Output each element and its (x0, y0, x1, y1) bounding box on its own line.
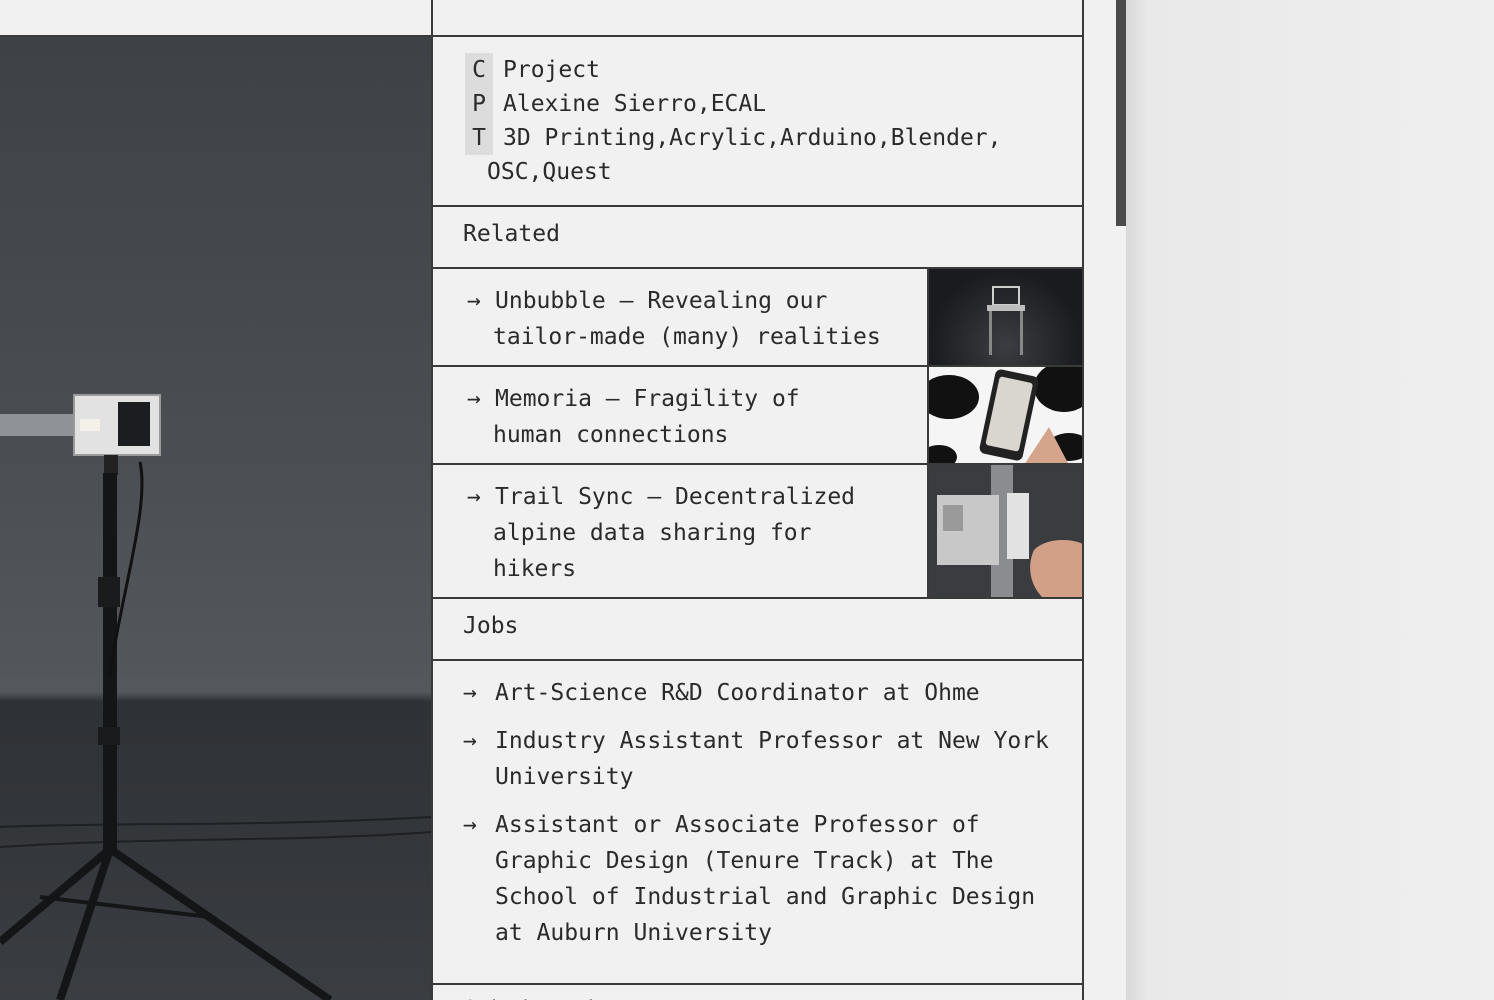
related-item-title: Trail Sync – Decentralized (495, 484, 856, 510)
project-info-panel: C Project P Alexine Sierro,ECAL T 3D Pri… (431, 0, 1084, 1000)
meta-value-tags-cont[interactable]: OSC,Quest (487, 155, 612, 189)
job-title[interactable]: Industry Assistant Professor at New York… (495, 723, 1062, 795)
meta-tags-continued: OSC,Quest (465, 155, 1082, 189)
jobs-list: → Art-Science R&D Coordinator at Ohme → … (433, 661, 1082, 985)
project-photo (0, 37, 431, 1000)
arrow-right-icon: → (467, 386, 481, 412)
related-item-text[interactable]: → Memoria – Fragility of human connectio… (433, 367, 927, 463)
meta-value-category[interactable]: Project (503, 53, 600, 87)
related-heading: Related (433, 207, 1082, 269)
jobs-heading: Jobs (433, 599, 1082, 661)
project-meta: C Project P Alexine Sierro,ECAL T 3D Pri… (433, 37, 1082, 207)
scrollbar-thumb[interactable] (1116, 0, 1126, 226)
signpost-thumbnail-art (937, 465, 1082, 597)
meta-value-people[interactable]: Alexine Sierro,ECAL (503, 87, 766, 121)
related-item-title: human connections (493, 422, 729, 448)
job-item[interactable]: → Art-Science R&D Coordinator at Ohme (463, 675, 1062, 711)
arrow-right-icon: → (467, 288, 481, 314)
related-item[interactable]: → Unbubble – Revealing our tailor-made (… (433, 269, 1082, 367)
meta-row-category: C Project (465, 53, 1082, 87)
related-item-title: hikers (493, 556, 577, 582)
arrow-right-icon: → (463, 812, 477, 838)
meta-value-tags[interactable]: 3D Printing,Acrylic,Arduino,Blender, (503, 121, 1002, 155)
job-item[interactable]: → Industry Assistant Professor at New Yo… (463, 723, 1062, 795)
related-item-text[interactable]: → Trail Sync – Decentralized alpine data… (433, 465, 927, 597)
arrow-right-icon: → (463, 680, 477, 706)
phone-thumbnail-art (929, 367, 1082, 463)
job-item[interactable]: → Assistant or Associate Professor of Gr… (463, 807, 1062, 951)
related-item[interactable]: → Trail Sync – Decentralized alpine data… (433, 465, 1082, 599)
related-thumbnail[interactable] (927, 465, 1082, 597)
meta-key: C (465, 53, 493, 87)
related-thumbnail[interactable] (927, 367, 1082, 463)
arrow-right-icon: → (463, 728, 477, 754)
related-item-title: alpine data sharing for (493, 520, 812, 546)
related-item-title: Unbubble – Revealing our (495, 288, 828, 314)
panel-header (433, 0, 1082, 37)
meta-row-tags: T 3D Printing,Acrylic,Arduino,Blender, (465, 121, 1082, 155)
left-top-bar (0, 0, 431, 37)
related-item[interactable]: → Memoria – Fragility of human connectio… (433, 367, 1082, 465)
meta-key: P (465, 87, 493, 121)
arrow-right-icon: → (467, 484, 481, 510)
meta-row-people: P Alexine Sierro,ECAL (465, 87, 1082, 121)
tripod-device-illustration (0, 394, 431, 1000)
job-title[interactable]: Assistant or Associate Professor of Grap… (495, 807, 1062, 951)
job-title[interactable]: Art-Science R&D Coordinator at Ohme (495, 675, 980, 711)
submit-job-link[interactable]: Submit Job (433, 985, 1082, 1000)
chair-thumbnail-art (987, 286, 1025, 355)
meta-key: T (465, 121, 493, 155)
related-item-title: Memoria – Fragility of (495, 386, 800, 412)
outer-background (1126, 0, 1494, 1000)
related-thumbnail[interactable] (927, 269, 1082, 365)
related-item-text[interactable]: → Unbubble – Revealing our tailor-made (… (433, 269, 927, 365)
related-item-title: tailor-made (many) realities (493, 324, 881, 350)
